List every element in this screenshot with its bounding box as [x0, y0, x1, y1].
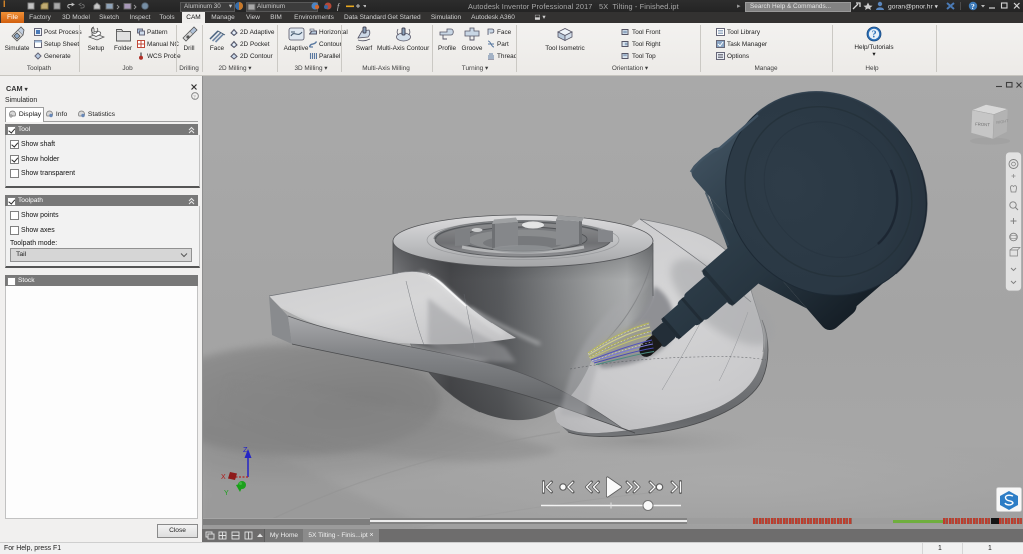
svg-text:?: ? [971, 2, 975, 11]
svg-text:X: X [221, 474, 226, 481]
svg-text:f: f [337, 2, 341, 11]
svg-text:Z: Z [243, 445, 248, 454]
svg-text:Y: Y [224, 490, 229, 497]
svg-text:FRONT: FRONT [975, 122, 990, 128]
svg-text:goran@pnor.hr ▾: goran@pnor.hr ▾ [888, 4, 939, 11]
svg-text:?: ? [872, 30, 877, 41]
